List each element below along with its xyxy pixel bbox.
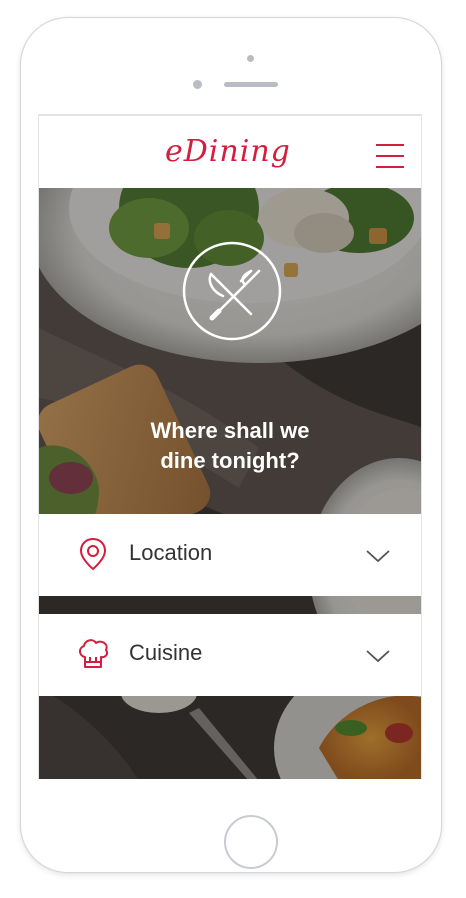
home-button[interactable] (224, 815, 278, 869)
cuisine-label: Cuisine (129, 640, 203, 665)
location-label: Location (129, 540, 213, 565)
map-pin-icon (79, 537, 107, 571)
earpiece-speaker (224, 82, 278, 87)
app-header: eDining (39, 116, 421, 188)
chevron-down-icon[interactable] (365, 648, 391, 664)
hero-heading: Where shall we dine tonight? (39, 416, 421, 476)
proximity-sensor (193, 80, 202, 89)
hamburger-menu-icon[interactable] (376, 144, 404, 168)
cuisine-dropdown[interactable]: Cuisine (39, 614, 421, 696)
app-screen: eDining Where shall we dine tonight? Loc… (38, 114, 422, 779)
location-dropdown[interactable]: Location (39, 514, 421, 596)
chef-hat-icon (79, 639, 109, 668)
fork-knife-icon (182, 241, 282, 341)
brand-logo[interactable]: eDining (165, 126, 291, 178)
chevron-down-icon[interactable] (365, 548, 391, 564)
front-camera (247, 55, 254, 62)
hero-heading-line1: Where shall we (150, 418, 310, 443)
hero-heading-line2: dine tonight? (160, 448, 300, 473)
